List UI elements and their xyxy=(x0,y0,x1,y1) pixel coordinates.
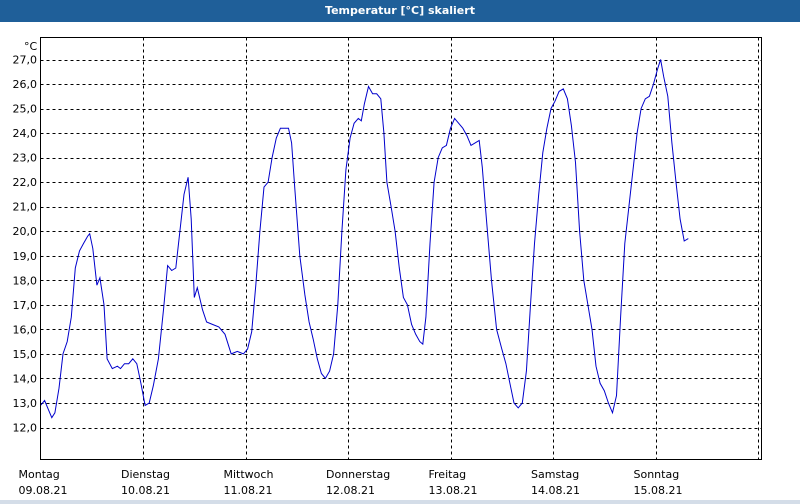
y-tick-label: 13,0 xyxy=(13,397,38,410)
x-tick-date-label: 14.08.21 xyxy=(531,484,580,497)
y-tick-labels: 12,0 13,0 14,0 15,0 16,0 17,0 18,0 19,0 20,0 21,0… xyxy=(13,54,38,435)
temperature-chart: °C 12,0 13,0 14,0 15,0 16,0 17,0 18,0 19,0 20,0 2… xyxy=(13,37,762,497)
x-tick-date-label: 13.08.21 xyxy=(429,484,478,497)
chart-area: °C 12,0 13,0 14,0 15,0 16,0 17,0 18,0 19,0 20,0 2… xyxy=(0,22,800,500)
y-tick-label: 17,0 xyxy=(13,299,38,312)
x-tick-day-label: Donnerstag xyxy=(326,468,390,481)
y-tick-label: 19,0 xyxy=(13,250,38,263)
y-tick-label: 20,0 xyxy=(13,225,38,238)
x-tick-day-label: Montag xyxy=(19,468,60,481)
y-tick-label: 12,0 xyxy=(13,422,38,435)
x-tick-day-label: Sonntag xyxy=(634,468,680,481)
x-tick-day-label: Mittwoch xyxy=(224,468,274,481)
y-tick-label: 16,0 xyxy=(13,323,38,336)
grid-lines xyxy=(40,37,762,460)
x-tick-date-label: 09.08.21 xyxy=(19,484,68,497)
y-tick-label: 21,0 xyxy=(13,201,38,214)
x-tick-labels: Montag 09.08.21 Dienstag 10.08.21 Mittwoch 11… xyxy=(19,468,683,497)
x-tick-day-label: Samstag xyxy=(531,468,579,481)
temperature-series-line xyxy=(40,59,689,419)
x-tick-day-label: Freitag xyxy=(429,468,467,481)
plot-border xyxy=(40,37,762,460)
y-tick-label: 15,0 xyxy=(13,348,38,361)
y-axis-unit-label: °C xyxy=(24,40,38,53)
y-tick-label: 26,0 xyxy=(13,78,38,91)
x-tick-date-label: 15.08.21 xyxy=(634,484,683,497)
chart-title: Temperatur [°C] skaliert xyxy=(0,0,800,22)
x-tick-date-label: 12.08.21 xyxy=(326,484,375,497)
y-tick-label: 27,0 xyxy=(13,54,38,67)
y-tick-label: 18,0 xyxy=(13,274,38,287)
y-tick-label: 14,0 xyxy=(13,372,38,385)
y-tick-label: 25,0 xyxy=(13,103,38,116)
x-tick-date-label: 10.08.21 xyxy=(121,484,170,497)
y-tick-label: 22,0 xyxy=(13,176,38,189)
y-tick-label: 23,0 xyxy=(13,152,38,165)
x-tick-day-label: Dienstag xyxy=(121,468,170,481)
x-tick-date-label: 11.08.21 xyxy=(224,484,273,497)
y-tick-label: 24,0 xyxy=(13,127,38,140)
